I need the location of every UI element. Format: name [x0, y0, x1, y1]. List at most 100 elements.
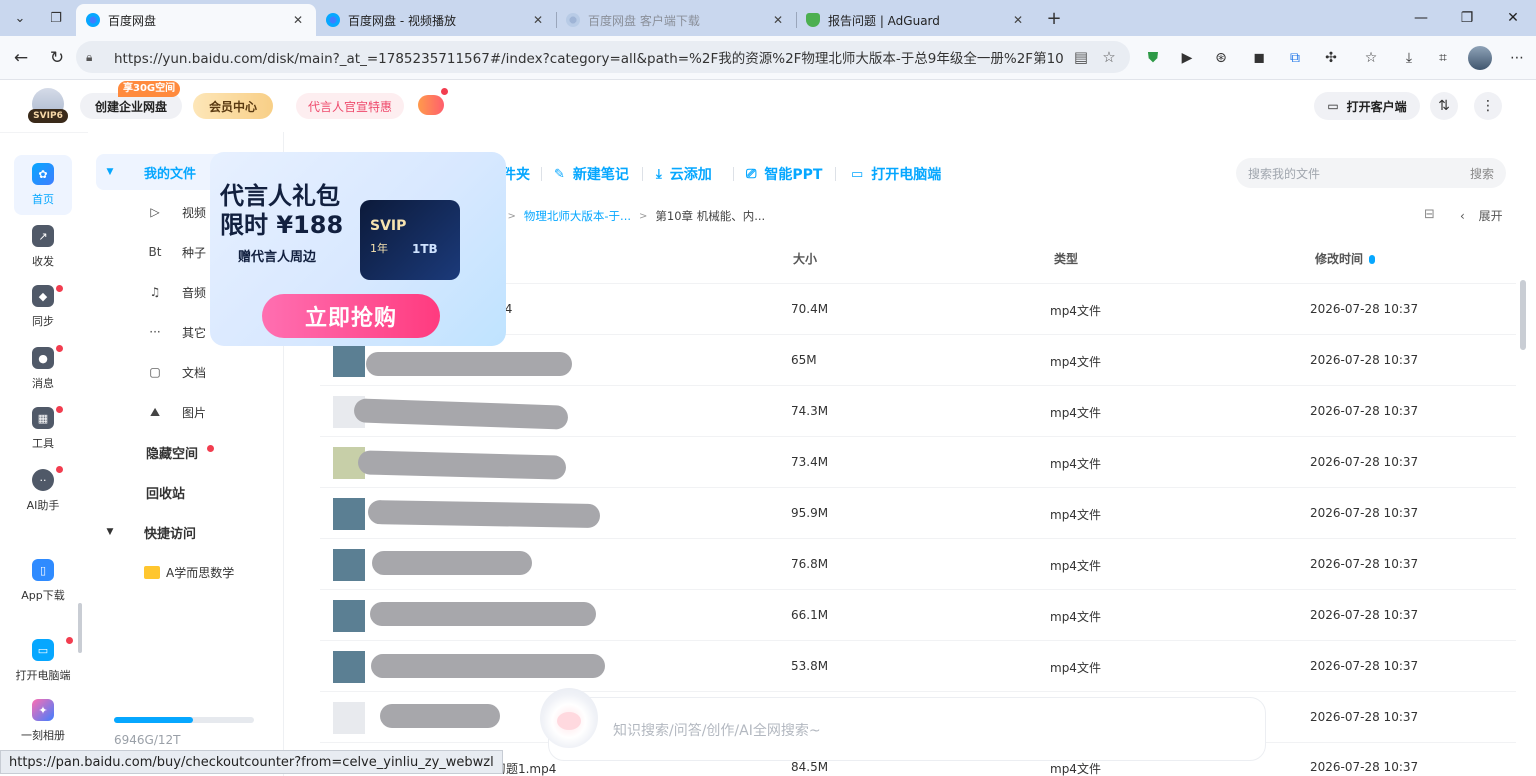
profile-avatar[interactable]	[1468, 46, 1492, 70]
file-size: 66.1M	[791, 608, 829, 622]
downloads-icon[interactable]: ⤓	[1398, 48, 1420, 68]
smart-ppt-button[interactable]: ⎚ 智能PPT	[746, 164, 822, 184]
extension-square-icon[interactable]: ◼	[1248, 48, 1270, 68]
extension-circle-icon[interactable]: ⊛	[1210, 48, 1232, 68]
table-row[interactable]: 74.3M mp4文件 2026-07-28 10:37	[320, 385, 1516, 436]
card-capacity-text: 1TB	[412, 242, 438, 256]
desktop-icon: ▭	[32, 639, 54, 661]
ai-search-input[interactable]: 知识搜索/问答/创作/AI全网搜索~	[613, 720, 821, 740]
close-tab-icon[interactable]: ✕	[290, 13, 306, 27]
rail-item-share[interactable]: ↗ 收发	[14, 217, 72, 277]
rail-item-album[interactable]: ✦ 一刻相册	[14, 691, 72, 751]
tab-collections-icon[interactable]: ❐	[42, 5, 70, 31]
card-year-text: 1年	[370, 242, 388, 255]
rail-item-app-download[interactable]: ▯ App下载	[14, 551, 72, 611]
sidebar-item-documents[interactable]: ▢ 文档	[96, 354, 276, 390]
transfer-list-icon[interactable]: ⇅	[1430, 92, 1458, 120]
caret-down-icon: ▼	[106, 527, 114, 537]
sidebar-item-quick-folder[interactable]: A学而思数学	[96, 554, 276, 590]
game-controller-icon[interactable]	[418, 95, 444, 115]
site-info-lock-icon[interactable]: 🔒︎	[86, 50, 102, 65]
expand-button[interactable]: ‹ 展开	[1460, 207, 1503, 224]
address-bar[interactable]: 🔒︎ https://yun.baidu.com/disk/main?_at_=…	[76, 41, 1130, 73]
tab-actions-chevron-icon[interactable]: ⌄	[6, 5, 34, 31]
spokesperson-promo-popup[interactable]: 代言人礼包 限时 ¥188 赠代言人周边 SVIP 1年 1TB 立即抢购	[210, 152, 506, 346]
search-button[interactable]: 搜索	[1470, 165, 1494, 182]
sidebar-item-recycle-bin[interactable]: 回收站	[96, 474, 276, 510]
extension-sync-icon[interactable]: ⧉	[1284, 48, 1306, 68]
new-note-button[interactable]: ✎ 新建笔记	[554, 164, 629, 184]
open-client-button[interactable]: ▭ 打开客户端	[1314, 92, 1420, 120]
breadcrumb-item[interactable]: 物理北师大版本-于...	[524, 208, 631, 224]
member-center-button[interactable]: 会员中心	[193, 93, 273, 119]
tab-title: 百度网盘 客户端下载	[588, 13, 700, 28]
view-toggle-icon[interactable]: ⊟	[1424, 207, 1435, 222]
rail-item-home[interactable]: ✿ 首页	[14, 155, 72, 215]
redacted-file-name	[372, 551, 532, 575]
close-tab-icon[interactable]: ✕	[1010, 13, 1026, 27]
close-window-button[interactable]: ✕	[1490, 6, 1536, 30]
sidebar-item-label: 隐藏空间	[146, 446, 199, 462]
video-thumbnail	[333, 600, 365, 632]
spokesperson-offer-button[interactable]: 代言人官宣特惠	[296, 93, 404, 119]
column-header-type[interactable]: 类型	[1054, 250, 1078, 267]
close-tab-icon[interactable]: ✕	[770, 13, 786, 27]
extensions-puzzle-icon[interactable]: ✣	[1320, 48, 1342, 68]
file-modified: 2026-07-28 10:37	[1310, 455, 1419, 469]
new-tab-button[interactable]: +	[1040, 5, 1068, 31]
url-text[interactable]: https://yun.baidu.com/disk/main?_at_=178…	[114, 47, 1064, 67]
cloud-add-button[interactable]: ⤓ 云添加	[656, 164, 712, 184]
file-list-scrollbar[interactable]	[1520, 280, 1526, 350]
close-tab-icon[interactable]: ✕	[530, 13, 546, 27]
share-icon: ↗	[32, 225, 54, 247]
toolbar-separator	[733, 167, 734, 181]
column-header-size[interactable]: 大小	[793, 250, 817, 267]
rail-item-messages[interactable]: ● 消息	[14, 339, 72, 399]
file-search[interactable]: 搜索我的文件 搜索	[1236, 158, 1506, 188]
reload-icon[interactable]: ↻	[44, 45, 70, 71]
sidebar-item-quick-access[interactable]: ▼ 快捷访问	[96, 514, 276, 550]
storage-usage-text: 6946G/12T	[114, 733, 181, 747]
notification-dot	[441, 88, 448, 95]
tab-client-download[interactable]: 百度网盘 客户端下载 ✕	[556, 4, 796, 36]
sidebar-item-hidden-space[interactable]: 隐藏空间	[96, 434, 276, 470]
note-icon: ✎	[554, 166, 565, 182]
table-row[interactable]: 76.8M mp4文件 2026-07-28 10:37	[320, 538, 1516, 589]
tab-adguard-report[interactable]: 报告问题 | AdGuard ✕	[796, 4, 1036, 36]
rail-item-sync[interactable]: ◆ 同步	[14, 277, 72, 337]
tab-baidu-pan[interactable]: 百度网盘 ✕	[76, 4, 316, 36]
tools-icon: ▦	[32, 407, 54, 429]
open-desktop-button[interactable]: ▭ 打开电脑端	[851, 164, 941, 184]
rail-item-tools[interactable]: ▦ 工具	[14, 399, 72, 459]
column-header-modified[interactable]: 修改时间	[1315, 250, 1376, 267]
sort-icon[interactable]	[1369, 255, 1376, 264]
sync-icon: ◆	[32, 285, 54, 307]
favorite-star-icon[interactable]: ☆	[1098, 48, 1120, 66]
favorites-icon[interactable]: ☆	[1360, 48, 1382, 68]
adguard-extension-icon[interactable]: ⛊	[1142, 48, 1164, 68]
table-row[interactable]: 66.1M mp4文件 2026-07-28 10:37	[320, 589, 1516, 640]
more-menu-icon[interactable]: ⋮	[1474, 92, 1502, 120]
sidebar-item-images[interactable]: ⛰ 图片	[96, 394, 276, 430]
search-input[interactable]: 搜索我的文件	[1248, 165, 1470, 182]
minimize-button[interactable]: —	[1398, 6, 1444, 30]
media-play-extension-icon[interactable]: ▶	[1176, 48, 1198, 68]
rail-item-ai-assistant[interactable]: ·· AI助手	[14, 461, 72, 521]
ai-search-bar[interactable]: 知识搜索/问答/创作/AI全网搜索~	[548, 697, 1266, 761]
maximize-button[interactable]: ❐	[1444, 6, 1490, 30]
tab-video-play[interactable]: 百度网盘 - 视频播放 ✕	[316, 4, 556, 36]
back-arrow-icon[interactable]: ←	[8, 45, 34, 71]
table-row[interactable]: 73.4M mp4文件 2026-07-28 10:37	[320, 436, 1516, 487]
table-row[interactable]: 95.9M mp4文件 2026-07-28 10:37	[320, 487, 1516, 538]
rail-scrollbar[interactable]	[78, 603, 82, 653]
ai-mascot-icon[interactable]	[540, 688, 598, 748]
screenshot-icon[interactable]: ⌗	[1432, 48, 1454, 68]
buy-now-button[interactable]: 立即抢购	[262, 294, 440, 338]
redacted-file-name	[371, 654, 605, 678]
reader-mode-icon[interactable]: ▤	[1070, 48, 1092, 66]
table-row[interactable]: 53.8M mp4文件 2026-07-28 10:37	[320, 640, 1516, 691]
file-modified: 2026-07-28 10:37	[1310, 353, 1419, 367]
baidu-pan-favicon-icon	[86, 13, 100, 27]
browser-menu-icon[interactable]: ⋯	[1506, 48, 1528, 68]
status-bar-url: https://pan.baidu.com/buy/checkoutcounte…	[0, 750, 503, 774]
